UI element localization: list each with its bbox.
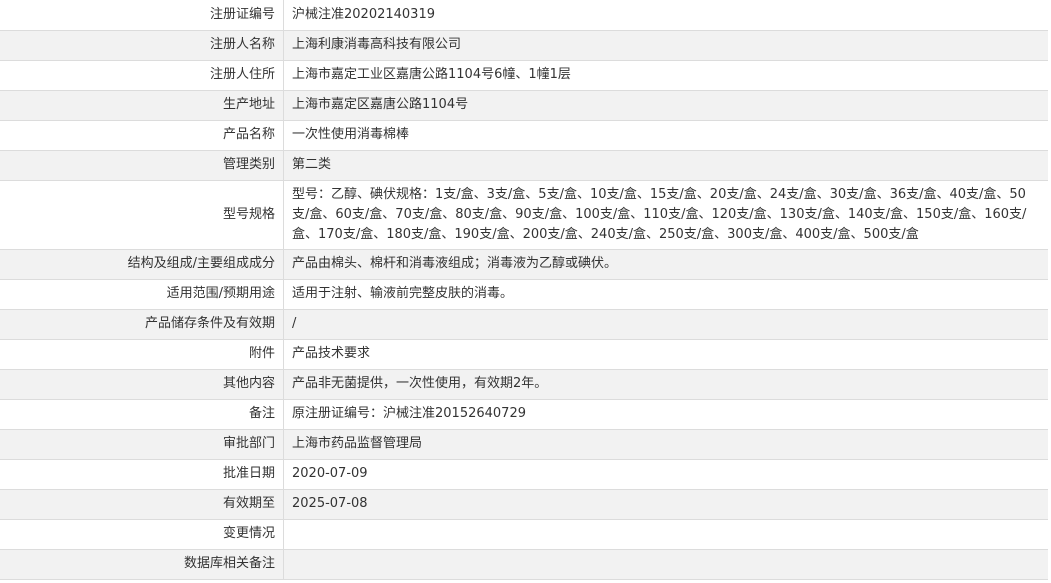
table-row-storage-validity: 产品储存条件及有效期 / [0, 308, 1048, 340]
registration-detail-table: 注册证编号 沪械注准20202140319 注册人名称 上海利康消毒高科技有限公… [0, 0, 1048, 580]
table-row-production-address: 生产地址 上海市嘉定区嘉唐公路1104号 [0, 89, 1048, 121]
table-row-other-content: 其他内容 产品非无菌提供，一次性使用，有效期2年。 [0, 368, 1048, 400]
table-row-registration-number: 注册证编号 沪械注准20202140319 [0, 0, 1048, 31]
row-label: 有效期至 [0, 488, 284, 520]
row-value [283, 518, 1048, 550]
row-value: 原注册证编号：沪械注准20152640729 [283, 398, 1048, 430]
table-row-change-status: 变更情况 [0, 518, 1048, 550]
table-row-approval-department: 审批部门 上海市药品监督管理局 [0, 428, 1048, 460]
row-label: 注册人名称 [0, 29, 284, 61]
row-label: 批准日期 [0, 458, 284, 490]
table-row-approval-date: 批准日期 2020-07-09 [0, 458, 1048, 490]
row-label: 适用范围/预期用途 [0, 278, 284, 310]
row-label: 附件 [0, 338, 284, 370]
row-value: 沪械注准20202140319 [283, 0, 1048, 31]
table-row-management-category: 管理类别 第二类 [0, 149, 1048, 181]
row-label: 产品储存条件及有效期 [0, 308, 284, 340]
table-row-remarks: 备注 原注册证编号：沪械注准20152640729 [0, 398, 1048, 430]
row-label: 备注 [0, 398, 284, 430]
row-value: 适用于注射、输液前完整皮肤的消毒。 [283, 278, 1048, 310]
row-label: 生产地址 [0, 89, 284, 121]
table-row-intended-use: 适用范围/预期用途 适用于注射、输液前完整皮肤的消毒。 [0, 278, 1048, 310]
row-value: 上海市药品监督管理局 [283, 428, 1048, 460]
row-value: 上海市嘉定工业区嘉唐公路1104号6幢、1幢1层 [283, 59, 1048, 91]
table-row-valid-until: 有效期至 2025-07-08 [0, 488, 1048, 520]
row-value: / [283, 308, 1048, 340]
row-label: 审批部门 [0, 428, 284, 460]
row-value: 产品技术要求 [283, 338, 1048, 370]
row-value: 产品非无菌提供，一次性使用，有效期2年。 [283, 368, 1048, 400]
table-row-model-specification: 型号规格 型号：乙醇、碘伏规格：1支/盒、3支/盒、5支/盒、10支/盒、15支… [0, 179, 1048, 250]
row-label: 数据库相关备注 [0, 548, 284, 580]
row-value: 上海市嘉定区嘉唐公路1104号 [283, 89, 1048, 121]
row-value: 2020-07-09 [283, 458, 1048, 490]
row-value: 产品由棉头、棉杆和消毒液组成；消毒液为乙醇或碘伏。 [283, 248, 1048, 280]
row-label: 型号规格 [0, 179, 284, 250]
table-row-database-remarks: 数据库相关备注 [0, 548, 1048, 580]
row-value: 型号：乙醇、碘伏规格：1支/盒、3支/盒、5支/盒、10支/盒、15支/盒、20… [283, 179, 1048, 250]
row-label: 变更情况 [0, 518, 284, 550]
table-row-registrant-name: 注册人名称 上海利康消毒高科技有限公司 [0, 29, 1048, 61]
row-value: 一次性使用消毒棉棒 [283, 119, 1048, 151]
table-row-attachment: 附件 产品技术要求 [0, 338, 1048, 370]
table-row-product-name: 产品名称 一次性使用消毒棉棒 [0, 119, 1048, 151]
row-label: 其他内容 [0, 368, 284, 400]
row-value: 上海利康消毒高科技有限公司 [283, 29, 1048, 61]
row-label: 注册证编号 [0, 0, 284, 31]
row-label: 结构及组成/主要组成成分 [0, 248, 284, 280]
table-row-structure-composition: 结构及组成/主要组成成分 产品由棉头、棉杆和消毒液组成；消毒液为乙醇或碘伏。 [0, 248, 1048, 280]
table-row-registrant-address: 注册人住所 上海市嘉定工业区嘉唐公路1104号6幢、1幢1层 [0, 59, 1048, 91]
row-label: 产品名称 [0, 119, 284, 151]
row-value [283, 548, 1048, 580]
row-value: 2025-07-08 [283, 488, 1048, 520]
row-label: 注册人住所 [0, 59, 284, 91]
row-value: 第二类 [283, 149, 1048, 181]
row-label: 管理类别 [0, 149, 284, 181]
